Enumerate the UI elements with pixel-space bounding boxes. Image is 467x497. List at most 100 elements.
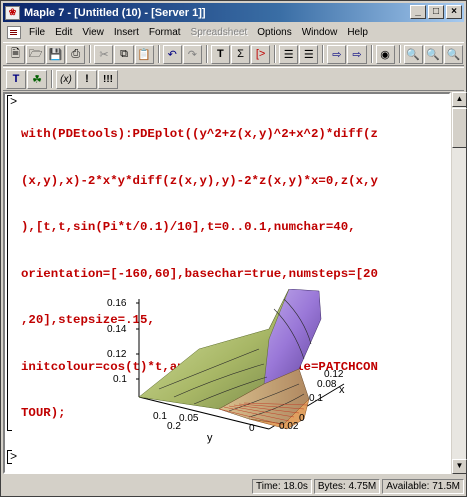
scroll-down-button[interactable]: ▼ <box>452 459 467 474</box>
z-tick-label: 0.16 <box>107 298 127 309</box>
x-tick-label: 0 <box>299 413 305 424</box>
back-button[interactable]: ⇨ <box>327 44 347 64</box>
zoom-in-icon: 🔍 <box>406 48 420 61</box>
menu-format[interactable]: Format <box>144 27 186 38</box>
toolbar-separator <box>370 45 373 63</box>
menu-spreadsheet: Spreadsheet <box>190 26 248 38</box>
arrow-right-icon: ⇨ <box>352 48 362 61</box>
stop-button[interactable]: ◉ <box>375 44 395 64</box>
text-t-icon: T <box>217 48 224 60</box>
exclaim-icon: ! <box>85 73 89 85</box>
menu-edit[interactable]: Edit <box>50 27 77 38</box>
maximize-button[interactable]: □ <box>428 5 444 19</box>
execute-button[interactable]: T <box>6 69 26 89</box>
new-file-button[interactable]: 🗎 <box>6 44 26 64</box>
forward-button[interactable]: ⇨ <box>347 44 367 64</box>
print-button[interactable]: ⎙ <box>66 44 86 64</box>
title-bar[interactable]: ❀ Maple 7 - [Untitled (10) - [Server 1]]… <box>3 3 464 22</box>
menu-help[interactable]: Help <box>342 27 373 38</box>
sigma-icon: Σ <box>237 48 244 60</box>
zoom-fit-button[interactable]: 🔍 <box>443 44 463 64</box>
z-tick-label: 0.14 <box>107 324 127 335</box>
copy-button[interactable]: ⧉ <box>114 44 134 64</box>
maple-leaf-button[interactable]: ☘ <box>27 69 47 89</box>
zoom-fit-icon: 🔍 <box>446 48 461 61</box>
y-tick-label: 0.1 <box>153 411 167 422</box>
x-axis-label: x <box>339 384 345 396</box>
scissors-icon: ✂ <box>99 48 109 61</box>
cut-button[interactable]: ✂ <box>94 44 114 64</box>
code-line: (x,y),x)-2*x*y*diff(z(x,y),y)-2*z(x,y)*x… <box>21 173 378 188</box>
undo-button[interactable]: ↶ <box>162 44 182 64</box>
scroll-up-button[interactable]: ▲ <box>452 92 467 107</box>
worksheet[interactable]: > with(PDEtools):PDEplot((y^2+z(x,y)^2+x… <box>3 92 451 474</box>
toolbar-separator <box>157 45 160 63</box>
save-button[interactable]: 💾 <box>46 44 66 64</box>
undo-icon: ↶ <box>167 48 177 61</box>
open-folder-icon: 🗁 <box>28 47 43 60</box>
menu-view[interactable]: View <box>77 27 109 38</box>
redo-button[interactable]: ↷ <box>182 44 202 64</box>
status-available: Available: 71.5M <box>382 478 464 494</box>
code-line: with(PDEtools):PDEplot((y^2+z(x,y)^2+x^2… <box>21 127 378 141</box>
zoom-in-button[interactable]: 🔍 <box>403 44 423 64</box>
menu-file[interactable]: File <box>24 27 50 38</box>
insert-text-button[interactable]: T <box>210 44 230 64</box>
menu-options[interactable]: Options <box>252 27 296 38</box>
y-tick-label: 0 <box>249 423 255 434</box>
minimize-button[interactable]: _ <box>410 5 426 19</box>
zoom-out-icon: 🔍 <box>426 48 441 61</box>
status-bytes: Bytes: 4.75M <box>313 478 381 494</box>
menu-window[interactable]: Window <box>297 27 343 38</box>
y-tick-label: 0.05 <box>179 413 199 424</box>
execute-region-button[interactable]: ! <box>77 69 97 89</box>
stop-icon: ◉ <box>380 48 390 61</box>
maple-window: ❀ Maple 7 - [Untitled (10) - [Server 1]]… <box>0 0 467 497</box>
zoom-out-button[interactable]: 🔍 <box>423 44 443 64</box>
window-controls: _ □ × <box>410 5 462 19</box>
leaf-icon: ☘ <box>32 73 42 86</box>
toolbar-separator <box>274 45 277 63</box>
redo-icon: ↷ <box>187 48 197 61</box>
prompt-icon: [> <box>255 48 266 60</box>
toolbar-separator <box>51 70 53 88</box>
math-toggle-button[interactable]: (x) <box>56 69 76 89</box>
y-axis-label: y <box>207 432 213 444</box>
toolbar-separator <box>205 45 208 63</box>
x-tick-label: 0.08 <box>317 379 337 390</box>
document-icon[interactable] <box>7 25 21 39</box>
toolbar-separator <box>89 45 92 63</box>
insert-math-button[interactable]: Σ <box>230 44 251 64</box>
outdent-button[interactable]: ☰ <box>299 44 319 64</box>
copy-icon: ⧉ <box>120 47 128 60</box>
indent-button[interactable]: ☰ <box>279 44 299 64</box>
x-tick-label: 0.02 <box>279 421 299 432</box>
execute-all-button[interactable]: !!! <box>98 69 118 89</box>
arrow-left-icon: ⇨ <box>332 48 342 61</box>
z-tick-label: 0.12 <box>107 349 127 360</box>
indent-icon: ☰ <box>283 48 294 61</box>
close-button[interactable]: × <box>446 5 462 19</box>
context-toolbar: T ☘ (x) ! !!! <box>3 67 464 91</box>
new-file-icon: 🗎 <box>11 47 20 60</box>
vertical-scrollbar[interactable]: ▲ ▼ <box>451 92 467 474</box>
open-file-button[interactable]: 🗁 <box>26 44 46 64</box>
z-tick-label: 0.1 <box>113 374 127 385</box>
x-tick-label: 0.12 <box>324 369 344 380</box>
toolbar-separator <box>322 45 325 63</box>
prompt-marker: > <box>10 95 18 109</box>
status-bar: Time: 18.0s Bytes: 4.75M Available: 71.5… <box>3 477 464 495</box>
empty-prompt[interactable]: > <box>10 450 17 464</box>
x-tick-label: 0.1 <box>309 393 323 404</box>
toolbar-separator <box>398 45 401 63</box>
pde-surface-plot[interactable]: 0.16 0.14 0.12 0.1 0.1 0.05 0.2 0 y 0.08… <box>99 289 399 449</box>
paste-button[interactable]: 📋 <box>134 44 154 64</box>
menu-insert[interactable]: Insert <box>109 27 144 38</box>
save-icon: 💾 <box>48 48 63 61</box>
y-tick-label: 0.2 <box>167 421 181 432</box>
print-icon: ⎙ <box>71 47 81 60</box>
insert-prompt-button[interactable]: [> <box>251 44 271 64</box>
scroll-thumb[interactable] <box>452 108 467 148</box>
status-time: Time: 18.0s <box>252 478 312 494</box>
paste-icon: 📋 <box>137 48 151 61</box>
